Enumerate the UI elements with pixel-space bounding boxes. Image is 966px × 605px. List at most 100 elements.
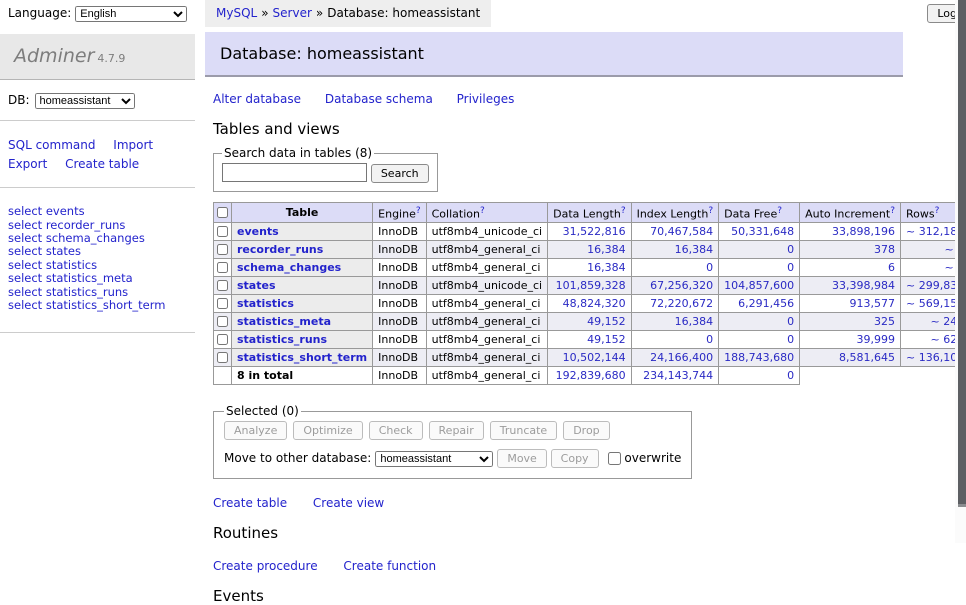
data-length-cell: 48,824,320 bbox=[548, 295, 631, 313]
table-link-statistics-runs[interactable]: statistics_runs bbox=[237, 333, 327, 346]
truncate-button[interactable]: Truncate bbox=[490, 421, 557, 440]
adminer-logo[interactable]: Adminer4.7.9 bbox=[0, 34, 195, 80]
sidebar-link-sql-command[interactable]: SQL command bbox=[8, 138, 95, 152]
row-checkbox-recorder-runs[interactable] bbox=[217, 244, 228, 255]
row-checkbox-statistics-short-term[interactable] bbox=[217, 352, 228, 363]
copy-button[interactable]: Copy bbox=[551, 449, 599, 468]
optimize-button[interactable]: Optimize bbox=[293, 421, 362, 440]
selected-fieldset: Selected (0) AnalyzeOptimizeCheckRepairT… bbox=[213, 404, 692, 479]
help-icon[interactable]: ? bbox=[621, 206, 626, 216]
table-link-statistics[interactable]: statistics bbox=[237, 297, 294, 310]
link-create-view[interactable]: Create view bbox=[313, 496, 384, 510]
engine-cell: InnoDB bbox=[373, 277, 426, 295]
check-button[interactable]: Check bbox=[369, 421, 423, 440]
table-link-recorder-runs[interactable]: recorder_runs bbox=[237, 243, 323, 256]
table-link-statistics-short-term[interactable]: statistics_short_term bbox=[237, 351, 367, 364]
data-free-cell: 188,743,680 bbox=[719, 349, 800, 367]
search-fieldset: Search data in tables (8) Search bbox=[213, 146, 438, 192]
nav-link-database-schema[interactable]: Database schema bbox=[325, 92, 433, 106]
row-checkbox-cell bbox=[214, 241, 232, 259]
table-name-cell: events bbox=[232, 223, 373, 241]
sidebar-item-select-statistics-runs[interactable]: select statistics_runs bbox=[8, 286, 187, 299]
link-create-table[interactable]: Create table bbox=[213, 496, 287, 510]
table-link-events[interactable]: events bbox=[237, 225, 279, 238]
move-button[interactable]: Move bbox=[497, 449, 547, 468]
repair-button[interactable]: Repair bbox=[429, 421, 484, 440]
help-icon[interactable]: ? bbox=[480, 206, 485, 216]
move-database-select[interactable]: homeassistant bbox=[375, 451, 493, 467]
row-checkbox-statistics-runs[interactable] bbox=[217, 334, 228, 345]
sidebar-item-select-statistics-meta[interactable]: select statistics_meta bbox=[8, 272, 187, 285]
row-checkbox-schema-changes[interactable] bbox=[217, 262, 228, 273]
column-header-index-length: Index Length? bbox=[631, 202, 719, 223]
total-data-free: 0 bbox=[719, 367, 800, 385]
language-select[interactable]: English bbox=[75, 6, 187, 22]
db-select[interactable]: homeassistant bbox=[35, 93, 135, 109]
column-header-label: Data Length bbox=[553, 207, 621, 220]
row-checkbox-statistics[interactable] bbox=[217, 298, 228, 309]
sidebar-item-select-statistics-short-term[interactable]: select statistics_short_term bbox=[8, 299, 187, 312]
sidebar-link-create-table[interactable]: Create table bbox=[65, 157, 139, 171]
row-checkbox-events[interactable] bbox=[217, 226, 228, 237]
sidebar-command-links: SQL command Import Export Create table bbox=[0, 133, 195, 175]
help-icon[interactable]: ? bbox=[935, 206, 940, 216]
drop-button[interactable]: Drop bbox=[563, 421, 609, 440]
help-icon[interactable]: ? bbox=[708, 206, 713, 216]
sidebar-link-export[interactable]: Export bbox=[8, 157, 47, 171]
sidebar-item-select-recorder-runs[interactable]: select recorder_runs bbox=[8, 219, 187, 232]
language-label: Language: bbox=[8, 6, 71, 20]
help-icon[interactable]: ? bbox=[890, 206, 895, 216]
row-checkbox-cell bbox=[214, 295, 232, 313]
row-checkbox-states[interactable] bbox=[217, 280, 228, 291]
link-create-procedure[interactable]: Create procedure bbox=[213, 559, 318, 573]
index-length-cell: 67,256,320 bbox=[631, 277, 719, 295]
column-header-auto-increment: Auto Increment? bbox=[800, 202, 901, 223]
table-name-cell: statistics_short_term bbox=[232, 349, 373, 367]
column-header-label: Data Free bbox=[724, 207, 777, 220]
column-header-label: Table bbox=[286, 206, 319, 219]
row-checkbox-statistics-meta[interactable] bbox=[217, 316, 228, 327]
table-link-states[interactable]: states bbox=[237, 279, 276, 292]
auto-increment-cell: 325 bbox=[800, 313, 901, 331]
data-length-cell: 31,522,816 bbox=[548, 223, 631, 241]
table-header-row: TableEngine?Collation?Data Length?Index … bbox=[214, 202, 966, 223]
sidebar-item-select-events[interactable]: select events bbox=[8, 205, 187, 218]
link-create-function[interactable]: Create function bbox=[343, 559, 436, 573]
engine-cell: InnoDB bbox=[373, 223, 426, 241]
column-header-data-length: Data Length? bbox=[548, 202, 631, 223]
nav-link-privileges[interactable]: Privileges bbox=[457, 92, 515, 106]
nav-link-alter-database[interactable]: Alter database bbox=[213, 92, 301, 106]
total-collation: utf8mb4_general_ci bbox=[426, 367, 547, 385]
breadcrumb-server[interactable]: Server bbox=[273, 6, 312, 20]
column-header-engine: Engine? bbox=[373, 202, 426, 223]
table-link-schema-changes[interactable]: schema_changes bbox=[237, 261, 341, 274]
header-checkbox-cell bbox=[214, 202, 232, 223]
select-all-checkbox[interactable] bbox=[217, 207, 228, 218]
table-link-statistics-meta[interactable]: statistics_meta bbox=[237, 315, 331, 328]
data-free-cell: 0 bbox=[719, 331, 800, 349]
page-title: Database: homeassistant bbox=[205, 32, 903, 77]
search-input[interactable] bbox=[222, 163, 367, 182]
collation-cell: utf8mb4_general_ci bbox=[426, 259, 547, 277]
divider bbox=[0, 187, 195, 188]
help-icon[interactable]: ? bbox=[416, 206, 421, 216]
auto-increment-cell: 33,898,196 bbox=[800, 223, 901, 241]
sidebar-item-select-statistics[interactable]: select statistics bbox=[8, 259, 187, 272]
auto-increment-cell: 33,398,984 bbox=[800, 277, 901, 295]
table-row: statisticsInnoDButf8mb4_general_ci48,824… bbox=[214, 295, 966, 313]
table-name-cell: recorder_runs bbox=[232, 241, 373, 259]
index-length-cell: 16,384 bbox=[631, 241, 719, 259]
overwrite-checkbox[interactable] bbox=[608, 452, 621, 465]
breadcrumb-mysql[interactable]: MySQL bbox=[216, 6, 257, 20]
move-to-database-label: Move to other database: bbox=[224, 451, 371, 465]
sidebar-link-import[interactable]: Import bbox=[113, 138, 153, 152]
sidebar-item-select-schema-changes[interactable]: select schema_changes bbox=[8, 232, 187, 245]
breadcrumb-current: Database: homeassistant bbox=[327, 6, 480, 20]
sidebar-item-select-states[interactable]: select states bbox=[8, 245, 187, 258]
scrollbar-thumb[interactable] bbox=[958, 0, 966, 507]
analyze-button[interactable]: Analyze bbox=[224, 421, 287, 440]
help-icon[interactable]: ? bbox=[777, 206, 782, 216]
auto-increment-cell: 39,999 bbox=[800, 331, 901, 349]
scrollbar[interactable] bbox=[955, 0, 966, 543]
search-button[interactable]: Search bbox=[371, 164, 429, 183]
